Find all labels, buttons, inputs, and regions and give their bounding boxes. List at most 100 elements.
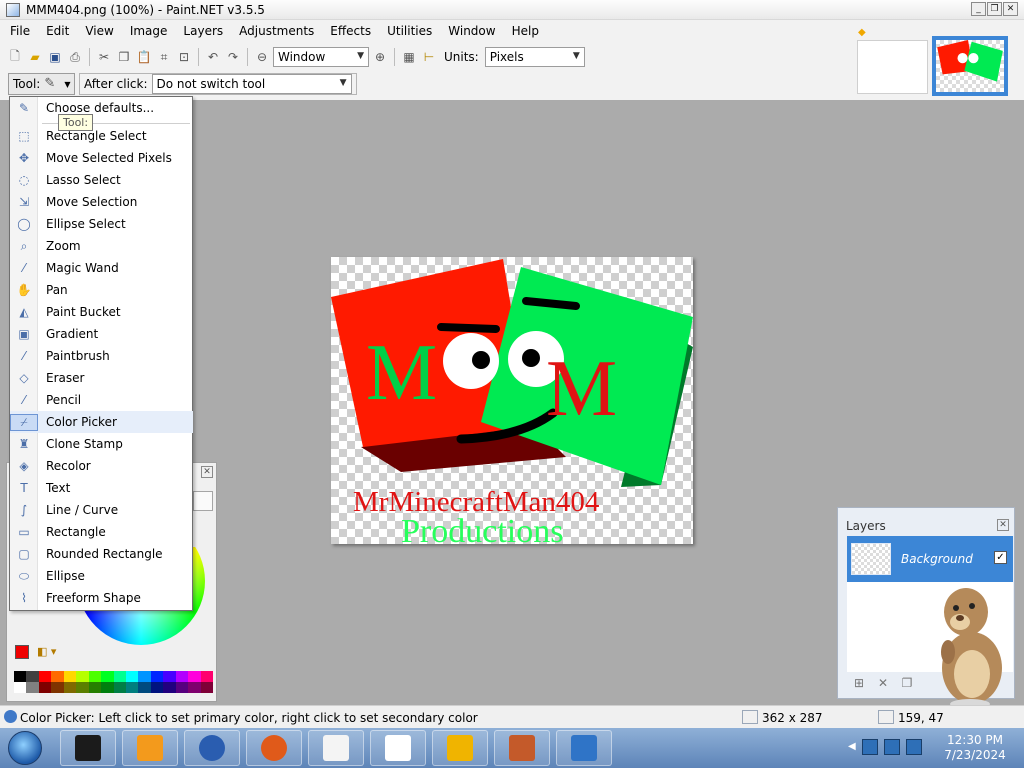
palette-swatch[interactable] (175, 671, 189, 682)
tool-menu-item[interactable]: ⌿ Color Picker (10, 411, 193, 433)
deselect-icon[interactable]: ⊡ (175, 48, 193, 66)
image-thumbnail-empty[interactable] (857, 40, 928, 94)
palette-swatch[interactable] (26, 682, 39, 693)
copy-icon[interactable]: ❐ (115, 48, 133, 66)
tray-app-icon[interactable] (862, 739, 878, 755)
palette-swatch[interactable] (63, 671, 77, 682)
rulers-icon[interactable]: ⊢ (420, 48, 438, 66)
palette-swatch[interactable] (26, 671, 39, 682)
layer-visibility-checkbox[interactable]: ✓ (994, 551, 1007, 564)
image-thumbnail-active[interactable] (932, 36, 1008, 96)
palette-swatch[interactable] (150, 682, 164, 693)
tool-menu-item[interactable]: ✎ Choose defaults... (10, 97, 193, 119)
tool-menu-item[interactable]: ⬚ Rectangle Select (10, 125, 193, 147)
image-canvas[interactable]: M M MrMinecraftMan404 Productions (331, 257, 693, 544)
menu-layers[interactable]: Layers (175, 20, 231, 42)
menu-view[interactable]: View (77, 20, 121, 42)
close-icon[interactable]: ✕ (997, 519, 1009, 531)
paste-icon[interactable]: 📋 (135, 48, 153, 66)
palette-swatch[interactable] (63, 682, 77, 693)
tool-menu-item[interactable]: T Text (10, 477, 193, 499)
undo-icon[interactable]: ↶ (204, 48, 222, 66)
volume-icon[interactable] (906, 739, 922, 755)
tool-menu-item[interactable]: ▣ Gradient (10, 323, 193, 345)
crop-icon[interactable]: ⌗ (155, 48, 173, 66)
palette-swatch[interactable] (163, 671, 176, 682)
palette-swatch[interactable] (138, 671, 151, 682)
delete-layer-icon[interactable]: ✕ (874, 676, 892, 692)
close-icon[interactable]: ✕ (201, 466, 213, 478)
palette-swatch[interactable] (188, 671, 201, 682)
menu-utilities[interactable]: Utilities (379, 20, 440, 42)
palette-swatch[interactable] (125, 671, 139, 682)
units-combo[interactable]: Pixels ▼ (484, 47, 585, 67)
tool-menu-item[interactable]: ⌇ Freeform Shape (10, 587, 193, 609)
palette-swatch[interactable] (175, 682, 189, 693)
palette-swatch[interactable] (76, 671, 89, 682)
new-file-icon[interactable]: 🗋 (6, 48, 24, 66)
taskbar-app-button[interactable] (60, 730, 116, 766)
tool-menu-item[interactable]: ⬭ Ellipse (10, 565, 193, 587)
tool-menu-item[interactable]: ◭ Paint Bucket (10, 301, 193, 323)
palette-swatch[interactable] (188, 682, 201, 693)
save-icon[interactable]: ▣ (46, 48, 64, 66)
palette-swatch[interactable] (101, 682, 114, 693)
zoom-out-icon[interactable]: ⊖ (253, 48, 271, 66)
palette-swatch[interactable] (88, 682, 102, 693)
start-button[interactable] (8, 731, 42, 765)
redo-icon[interactable]: ↷ (224, 48, 242, 66)
menu-edit[interactable]: Edit (38, 20, 77, 42)
tool-menu-item[interactable]: ⁄ Magic Wand (10, 257, 193, 279)
zoom-combo[interactable]: Window ▼ (273, 47, 369, 67)
menu-adjustments[interactable]: Adjustments (231, 20, 322, 42)
restore-button[interactable]: ❐ (987, 2, 1002, 16)
grid-icon[interactable]: ▦ (400, 48, 418, 66)
zoom-in-icon[interactable]: ⊕ (371, 48, 389, 66)
palette-swatch[interactable] (76, 682, 89, 693)
primary-color-swatch[interactable] (15, 645, 29, 659)
menu-file[interactable]: File (2, 20, 38, 42)
tool-selector[interactable]: Tool: ✎ ▼ (8, 73, 75, 95)
palette-swatch[interactable] (51, 671, 64, 682)
taskbar-app-button[interactable] (122, 730, 178, 766)
palette-swatch[interactable] (14, 671, 27, 682)
tool-menu-item[interactable]: ⁄ Pencil (10, 389, 193, 411)
taskbar-clock[interactable]: 12:30 PM 7/23/2024 (942, 733, 1008, 763)
taskbar-app-button[interactable] (370, 730, 426, 766)
swatch-tools-icon[interactable]: ◧ ▾ (37, 645, 56, 658)
tool-menu-item[interactable]: ⌕ Zoom (10, 235, 193, 257)
paintnet-app-icon[interactable] (6, 3, 20, 17)
open-folder-icon[interactable]: ▰ (26, 48, 44, 66)
palette-swatch[interactable] (113, 682, 126, 693)
menu-help[interactable]: Help (504, 20, 547, 42)
tool-menu-item[interactable]: ◯ Ellipse Select (10, 213, 193, 235)
show-hidden-icons-icon[interactable]: ◀ (848, 741, 856, 752)
add-layer-icon[interactable]: ⊞ (850, 676, 868, 692)
network-icon[interactable] (884, 739, 900, 755)
palette-swatch[interactable] (163, 682, 176, 693)
tool-menu-item[interactable]: ⁄ Paintbrush (10, 345, 193, 367)
taskbar-app-button[interactable] (246, 730, 302, 766)
tool-menu-item[interactable]: ◈ Recolor (10, 455, 193, 477)
palette-swatch[interactable] (200, 671, 213, 682)
duplicate-layer-icon[interactable]: ❐ (898, 676, 916, 692)
taskbar-app-button[interactable] (556, 730, 612, 766)
palette-swatch[interactable] (150, 671, 164, 682)
taskbar-app-button[interactable] (494, 730, 550, 766)
palette-swatch[interactable] (125, 682, 139, 693)
menu-image[interactable]: Image (122, 20, 176, 42)
tool-menu-item[interactable]: ⇲ Move Selection (10, 191, 193, 213)
palette-swatch[interactable] (200, 682, 213, 693)
palette-swatch[interactable] (51, 682, 64, 693)
palette-swatch[interactable] (14, 682, 27, 693)
print-icon[interactable]: ⎙ (66, 48, 84, 66)
palette-swatch[interactable] (113, 671, 126, 682)
tool-menu-item[interactable]: ✋ Pan (10, 279, 193, 301)
tool-menu-item[interactable]: ∫ Line / Curve (10, 499, 193, 521)
palette-swatch[interactable] (138, 682, 151, 693)
tool-menu-item[interactable]: ▭ Rectangle (10, 521, 193, 543)
taskbar-app-button[interactable] (432, 730, 488, 766)
more-colors-button[interactable] (193, 491, 213, 511)
taskbar-app-button[interactable] (184, 730, 240, 766)
minimize-button[interactable]: _ (971, 2, 986, 16)
